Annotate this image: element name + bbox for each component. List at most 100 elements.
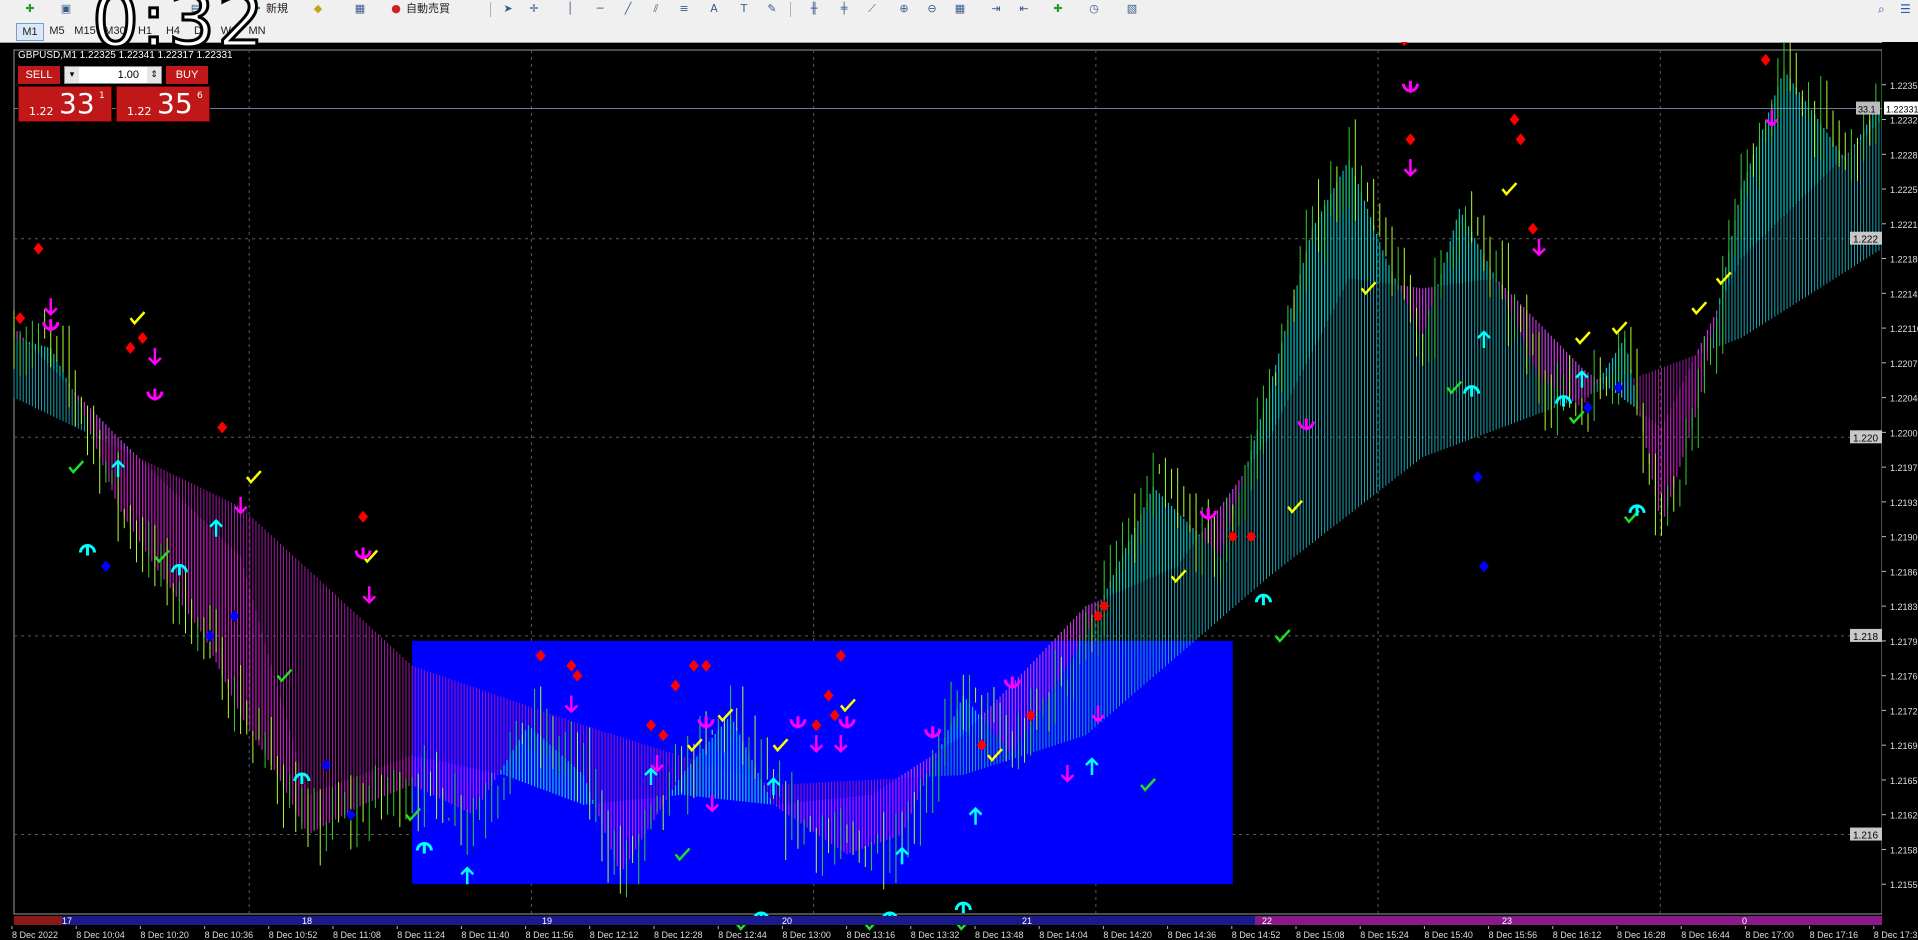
y-tick-label: 1.21830	[1890, 602, 1918, 612]
x-tick-label: 8 Dec 12:44	[718, 930, 767, 940]
y-tick-label: 1.22110	[1890, 324, 1918, 334]
templates-icon[interactable]: ▧	[1124, 2, 1140, 16]
vertical-line-icon[interactable]: │	[562, 2, 578, 16]
tf-m5[interactable]: M5	[44, 23, 70, 39]
buy-price-box[interactable]: 1.22 35 6	[116, 86, 210, 122]
green-check-signal	[68, 460, 85, 475]
search-icon[interactable]: ⌕	[1878, 2, 1885, 17]
y-tick-label: 1.21795	[1890, 637, 1918, 647]
x-tick-label: 8 Dec 16:12	[1553, 930, 1602, 940]
cyan-n-signal	[293, 772, 311, 784]
spinner-icon[interactable]: ⇕	[147, 67, 161, 83]
level-label: 1.220	[1853, 433, 1878, 444]
hour-marker: 22	[1262, 916, 1272, 926]
sell-price-box[interactable]: 1.22 33 1	[18, 86, 112, 122]
chevron-down-icon[interactable]: ▾	[65, 67, 79, 83]
y-tick-label: 1.22285	[1890, 150, 1918, 160]
session-bar-segment	[14, 916, 62, 925]
text-icon[interactable]: A	[706, 2, 722, 16]
y-tick-label: 1.21690	[1890, 741, 1918, 751]
channel-icon[interactable]: ⫽	[648, 2, 664, 16]
symbol-info: GBPUSD,M1 1.22325 1.22341 1.22317 1.2233…	[18, 50, 233, 61]
trendline-icon[interactable]: ╱	[620, 2, 636, 16]
x-tick-label: 8 Dec 12:28	[654, 930, 703, 940]
line-chart-icon[interactable]: ⟋	[864, 2, 880, 16]
cyan-n-signal	[954, 901, 972, 914]
candlestick-icon[interactable]: ╪	[836, 2, 852, 16]
magenta-down-arrow	[1764, 109, 1779, 128]
settings-icon[interactable]: ☰	[1900, 2, 1911, 16]
profiles-icon[interactable]: ▣	[58, 2, 74, 16]
autotrading-icon[interactable]: ●	[388, 2, 404, 16]
yellow-check-signal	[1691, 301, 1708, 316]
new-order-button[interactable]: 新規	[266, 2, 288, 16]
y-tick-label: 1.22320	[1890, 116, 1918, 126]
hour-marker: 0	[1742, 916, 1747, 926]
x-tick-label: 8 Dec 11:08	[333, 930, 381, 940]
toolbar-separator	[790, 2, 791, 17]
x-tick-label: 8 Dec 14:20	[1103, 930, 1152, 940]
hour-marker: 20	[782, 916, 792, 926]
autotrading-button[interactable]: 自動売買	[406, 2, 450, 16]
tf-m1[interactable]: M1	[16, 23, 44, 41]
horizontal-line-icon[interactable]: ─	[592, 2, 608, 16]
y-tick-label: 1.21585	[1890, 845, 1918, 855]
chart-shift-icon[interactable]: ⇥	[988, 2, 1004, 16]
x-tick-label: 8 Dec 10:52	[269, 930, 318, 940]
bar-chart-icon[interactable]: ╫	[806, 2, 822, 16]
x-tick-label: 8 Dec 14:04	[1039, 930, 1088, 940]
y-tick-label: 1.21865	[1890, 567, 1918, 577]
fibonacci-icon[interactable]: ≡	[676, 2, 692, 16]
x-tick-label: 8 Dec 14:36	[1168, 930, 1217, 940]
x-tick-label: 8 Dec 13:00	[782, 930, 831, 940]
text-label-icon[interactable]: T	[736, 2, 752, 16]
red-diamond-signal	[1527, 222, 1538, 235]
toolbar: ✚ ▣ ▤ ✚ 新規 ◆ ▦ ● 自動売買 ➤ ✛ │ ─ ╱ ⫽ ≡ A T …	[0, 0, 1918, 21]
x-tick-label: 8 Dec 13:32	[911, 930, 960, 940]
y-tick-label: 1.21725	[1890, 706, 1918, 716]
periods-icon[interactable]: ◷	[1086, 2, 1102, 16]
timeframe-bar: M1 M5 M15 M30 H1 H4 D1 W1 MN	[0, 20, 1918, 43]
indicators-icon[interactable]: ✚	[1050, 2, 1066, 16]
buy-button[interactable]: BUY	[166, 66, 208, 84]
price-chart[interactable]: 1.223551.223201.222851.222501.222151.221…	[0, 42, 1918, 940]
x-tick-label: 8 Dec 17:16	[1810, 930, 1859, 940]
zoom-in-icon[interactable]: ⊕	[896, 2, 912, 16]
metaeditor-icon[interactable]: ◆	[310, 2, 326, 16]
cyan-n-signal	[1463, 385, 1481, 397]
x-tick-label: 8 Dec 15:08	[1296, 930, 1345, 940]
yellow-check-signal	[129, 311, 146, 326]
red-diamond-signal	[1509, 113, 1520, 126]
yellow-check-signal	[1574, 331, 1591, 345]
x-tick-label: 8 Dec 15:56	[1489, 930, 1538, 940]
new-chart-icon[interactable]: ✚	[22, 2, 38, 16]
blue-diamond-signal	[1583, 401, 1594, 414]
cursor-icon[interactable]: ➤	[500, 2, 516, 16]
cyan-up-arrow	[1575, 369, 1589, 388]
x-tick-label: 8 Dec 15:24	[1360, 930, 1409, 940]
sell-button[interactable]: SELL	[18, 66, 60, 84]
x-tick-label: 8 Dec 17:00	[1745, 930, 1794, 940]
terminal-icon[interactable]: ▦	[352, 2, 368, 16]
tile-windows-icon[interactable]: ▦	[952, 2, 968, 16]
hour-marker: 18	[302, 916, 312, 926]
autoscroll-icon[interactable]: ⇤	[1016, 2, 1032, 16]
cyan-n-signal	[1555, 395, 1573, 407]
magenta-down-arrow	[147, 347, 162, 366]
lot-size-value[interactable]: 1.00	[118, 67, 139, 83]
crosshair-icon[interactable]: ✛	[526, 2, 542, 16]
hour-marker: 17	[62, 916, 72, 926]
x-tick-label: 8 Dec 16:44	[1681, 930, 1730, 940]
magenta-down-arrow	[1403, 159, 1418, 177]
magenta-u-signal	[146, 388, 164, 401]
y-tick-label: 1.21900	[1890, 533, 1918, 543]
lot-size-field[interactable]: ▾ 1.00 ⇕	[64, 66, 162, 84]
y-tick-label: 1.21970	[1890, 463, 1918, 473]
buy-price-prefix: 1.22	[127, 105, 152, 118]
y-tick-label: 1.22250	[1890, 185, 1918, 195]
shapes-icon[interactable]: ✎	[764, 2, 780, 16]
magenta-down-arrow	[362, 586, 377, 604]
magenta-down-arrow	[233, 496, 248, 515]
zoom-out-icon[interactable]: ⊖	[924, 2, 940, 16]
x-tick-label: 8 Dec 11:24	[397, 930, 445, 940]
